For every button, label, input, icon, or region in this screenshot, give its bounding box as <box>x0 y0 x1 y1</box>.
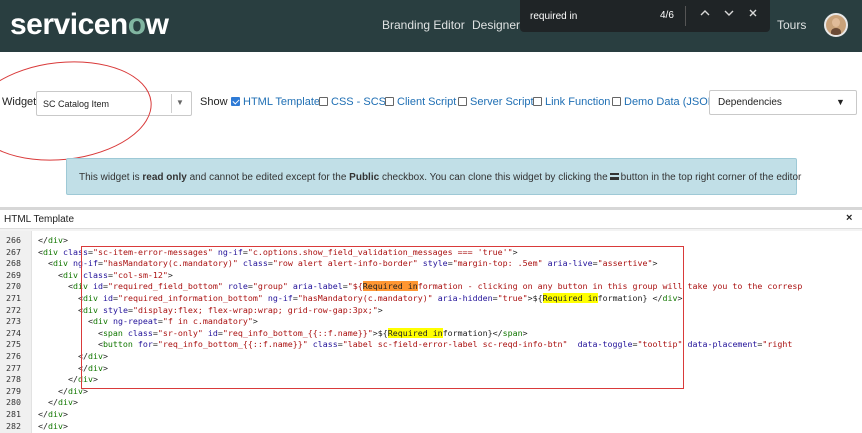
logo-text-end: w <box>145 8 169 41</box>
code-line: 280 </div> <box>0 397 862 408</box>
editor-header: HTML Template × <box>0 210 862 229</box>
line-number: 273 <box>6 316 21 327</box>
line-number: 269 <box>6 269 21 280</box>
hamburger-menu-icon <box>609 173 619 180</box>
find-divider <box>685 6 686 26</box>
line-number: 271 <box>6 293 21 303</box>
code-line: 266 </div> <box>0 235 862 246</box>
line-number: 278 <box>6 374 21 385</box>
checkbox-link-function[interactable] <box>533 97 542 106</box>
option-client-script[interactable]: Client Script <box>385 96 456 108</box>
checkbox-html-template[interactable] <box>231 97 240 106</box>
option-label: CSS - SCSS <box>331 96 394 108</box>
chevron-down-icon[interactable]: ▼ <box>176 98 184 107</box>
code-text: </div> <box>38 397 78 408</box>
find-input[interactable] <box>530 8 670 24</box>
code-line: 281 </div> <box>0 409 862 420</box>
line-number: 266 <box>6 235 21 245</box>
dependencies-value: Dependencies <box>718 97 782 108</box>
line-number: 282 <box>6 420 21 431</box>
line-number: 275 <box>6 339 21 350</box>
editor-title: HTML Template <box>4 214 75 225</box>
code-text: </div> <box>38 409 68 419</box>
line-number: 270 <box>6 281 21 292</box>
line-number: 267 <box>6 246 21 257</box>
annotation-rectangle <box>81 246 684 389</box>
option-label: Demo Data (JSON) <box>624 96 720 108</box>
line-number: 276 <box>6 351 21 361</box>
checkbox-css-scss[interactable] <box>319 97 328 106</box>
dependencies-select[interactable]: Dependencies ▼ <box>709 90 857 115</box>
line-number: 268 <box>6 258 21 269</box>
find-match-count: 4/6 <box>660 10 674 21</box>
logo-text: servicen <box>10 8 128 41</box>
chevron-down-icon[interactable] <box>721 7 737 23</box>
option-server-script[interactable]: Server Script <box>458 96 534 108</box>
servicenow-logo[interactable]: servicenow <box>10 8 169 42</box>
code-line: 282 </div> <box>0 421 862 432</box>
checkbox-server-script[interactable] <box>458 97 467 106</box>
nav-branding-editor[interactable]: Branding Editor <box>382 18 465 32</box>
chevron-up-icon[interactable] <box>697 7 713 23</box>
alert-text: This widget is read only and cannot be e… <box>79 172 802 183</box>
option-link-function[interactable]: Link Function <box>533 96 610 108</box>
select-divider <box>171 94 172 113</box>
caret-down-icon: ▼ <box>836 97 845 107</box>
checkbox-demo-data[interactable] <box>612 97 621 106</box>
code-text: </div> <box>38 420 68 431</box>
show-label: Show <box>200 96 228 108</box>
option-label: Link Function <box>545 96 611 108</box>
user-avatar[interactable] <box>824 13 848 37</box>
option-css-scss[interactable]: CSS - SCSS <box>319 96 393 108</box>
line-number: 274 <box>6 327 21 338</box>
line-number: 277 <box>6 362 21 373</box>
option-label: Server Script <box>470 96 534 108</box>
option-html-template[interactable]: HTML Template <box>231 96 320 108</box>
checkbox-client-script[interactable] <box>385 97 394 106</box>
option-demo-data[interactable]: Demo Data (JSON) <box>612 96 719 108</box>
line-number: 272 <box>6 304 21 315</box>
option-label: Client Script <box>397 96 457 108</box>
close-icon[interactable]: × <box>846 212 852 224</box>
close-icon[interactable] <box>745 7 761 23</box>
read-only-alert: This widget is read only and cannot be e… <box>66 158 801 195</box>
nav-tours[interactable]: Tours <box>777 18 806 32</box>
logo-o: o <box>127 8 146 41</box>
line-number: 281 <box>6 409 21 419</box>
option-label: HTML Template <box>243 96 321 108</box>
line-number: 279 <box>6 385 21 396</box>
annotation-circle <box>0 52 157 170</box>
code-text: </div> <box>38 235 68 245</box>
line-number: 280 <box>6 397 21 408</box>
